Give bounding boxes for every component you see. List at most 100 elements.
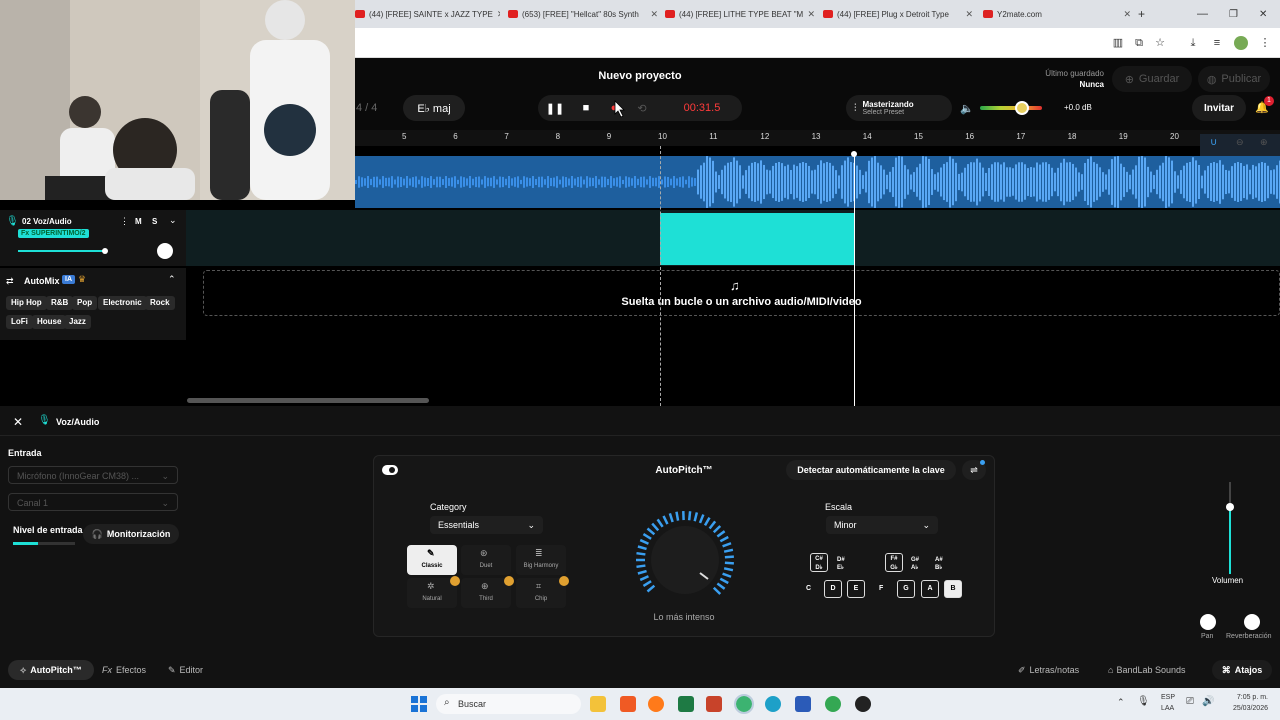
microphone-tray-icon[interactable]: 🎙 <box>1137 696 1150 707</box>
track-name[interactable]: 02 Voz/Audio <box>22 217 72 226</box>
firefox-icon[interactable] <box>648 696 664 712</box>
drop-zone[interactable] <box>203 270 1280 316</box>
publish-button[interactable]: ◍ Publicar <box>1198 66 1270 92</box>
key-d-sharp[interactable]: D# E♭ <box>837 556 845 572</box>
key-selector[interactable]: E♭ maj <box>403 95 465 121</box>
microphone-select[interactable]: Micrófono (InnoGear CM38) ... ⌄ <box>8 466 178 484</box>
tab-bandlab-sounds[interactable]: ⌂ BandLab Sounds <box>1108 665 1186 675</box>
minimize-icon[interactable]: — <box>1197 4 1208 24</box>
chevron-up-icon[interactable]: ⌃ <box>168 274 176 285</box>
close-icon[interactable]: ✕ <box>13 415 23 429</box>
file-explorer-icon[interactable] <box>590 696 606 712</box>
key-d[interactable]: D <box>824 580 842 598</box>
channel-select[interactable]: Canal 1 ⌄ <box>8 493 178 511</box>
speaker-icon[interactable]: 🔈 <box>960 102 974 115</box>
detect-key-button[interactable]: Detectar automáticamente la clave <box>786 460 956 480</box>
window-close-icon[interactable]: ✕ <box>1259 4 1267 24</box>
save-button[interactable]: ⊕ Guardar <box>1112 66 1192 92</box>
chevron-up-icon[interactable]: ⌃ <box>1117 697 1125 708</box>
category-select[interactable]: Essentials ⌄ <box>430 516 543 534</box>
volume-fader-handle[interactable] <box>1226 503 1234 511</box>
track-volume-handle[interactable] <box>102 248 108 254</box>
invite-button[interactable]: Invitar <box>1192 95 1246 121</box>
key-b[interactable]: B <box>944 580 962 598</box>
tab-effects[interactable]: Fx Efectos <box>102 665 146 675</box>
mode-big-harmony[interactable]: ≣ Big Harmony <box>516 545 566 575</box>
mode-duet[interactable]: ⊛ Duet <box>461 545 511 575</box>
powerpoint-icon[interactable] <box>706 696 722 712</box>
browser-tab[interactable]: Y2mate.com ✕ <box>983 4 1131 24</box>
zoom-out-icon[interactable]: ⊖ <box>1236 137 1244 148</box>
audio-clip-beat[interactable] <box>355 156 1280 208</box>
windows-start-icon[interactable] <box>411 696 427 712</box>
genre-hiphop[interactable]: Hip Hop <box>6 296 47 310</box>
browser-tab[interactable]: (653) [FREE] "Hellcat" 80s Synth ✕ <box>508 4 658 24</box>
download-icon[interactable]: ⤓ <box>1186 36 1200 50</box>
brave-icon[interactable] <box>620 696 636 712</box>
intensity-knob[interactable] <box>630 505 746 595</box>
key-g[interactable]: G <box>897 580 915 598</box>
mastering-button[interactable]: ⫶ Masterizando Select Preset <box>846 95 952 121</box>
key-c[interactable]: C <box>806 585 811 592</box>
close-icon[interactable]: ✕ <box>965 9 973 20</box>
genre-electronic[interactable]: Electronic <box>98 296 147 310</box>
key-a[interactable]: A <box>921 580 939 598</box>
excel-icon[interactable] <box>678 696 694 712</box>
zoom-in-icon[interactable]: ⊕ <box>1260 137 1268 148</box>
genre-lofi[interactable]: LoFi <box>6 315 33 329</box>
key-a-sharp[interactable]: A# B♭ <box>935 556 943 572</box>
bookmark-star-icon[interactable]: ☆ <box>1153 36 1167 50</box>
horizontal-scrollbar[interactable] <box>187 398 429 403</box>
tab-editor[interactable]: ✎ Editor <box>168 665 203 676</box>
chevron-down-icon[interactable]: ⌄ <box>169 215 177 226</box>
close-icon[interactable]: ✕ <box>807 9 815 20</box>
reading-mode-icon[interactable]: ▥ <box>1111 36 1125 50</box>
language-top[interactable]: ESP <box>1161 694 1175 701</box>
clock-time[interactable]: 7:05 p. m. <box>1218 694 1268 701</box>
key-f-sharp[interactable]: F# G♭ <box>885 553 903 572</box>
monitoring-button[interactable]: 🎧 Monitorización <box>83 524 179 544</box>
volume-tray-icon[interactable]: 🔊 <box>1202 696 1214 707</box>
loop-icon[interactable]: ⟲ <box>628 102 656 115</box>
network-icon[interactable]: ⎚ <box>1186 696 1194 707</box>
pause-icon[interactable]: ❚❚ <box>538 102 572 115</box>
track-header[interactable]: 🎙 02 Voz/Audio ⋮ M S ⌄ Fx SUPERINTIMO/2 <box>0 210 186 266</box>
genre-rock[interactable]: Rock <box>145 296 175 310</box>
menu-list-icon[interactable]: ≡ <box>1210 36 1224 50</box>
edge-icon[interactable] <box>765 696 781 712</box>
taskbar-search[interactable]: ⌕ Buscar <box>436 694 581 714</box>
pan-knob[interactable] <box>1200 614 1216 630</box>
genre-jazz[interactable]: Jazz <box>64 315 91 329</box>
genre-rnb[interactable]: R&B <box>46 296 74 310</box>
track-menu-icon[interactable]: ⋮ <box>120 216 129 227</box>
track-volume-slider[interactable] <box>18 250 104 252</box>
close-icon[interactable]: ✕ <box>650 9 658 20</box>
genre-pop[interactable]: Pop <box>72 296 98 310</box>
chrome-icon[interactable] <box>734 694 754 714</box>
master-volume-slider[interactable] <box>980 106 1042 110</box>
recording-region[interactable] <box>660 213 854 265</box>
obs-icon[interactable] <box>855 696 871 712</box>
timeline-ruler[interactable]: 5 6 7 8 9 10 11 12 13 14 15 16 17 18 19 20 <box>355 130 1280 146</box>
word-icon[interactable] <box>795 696 811 712</box>
shortcuts-button[interactable]: ⌘ Atajos <box>1212 660 1272 680</box>
key-c-sharp[interactable]: C# D♭ <box>810 553 828 572</box>
magnet-icon[interactable]: ∪ <box>1210 137 1217 148</box>
clock-date[interactable]: 25/03/2026 <box>1218 705 1268 712</box>
loop-start-marker[interactable] <box>660 146 661 406</box>
key-f[interactable]: F <box>879 585 883 592</box>
browser-tab[interactable]: (44) [FREE] LITHE TYPE BEAT "M ✕ <box>665 4 815 24</box>
scale-select[interactable]: Minor ⌄ <box>826 516 938 534</box>
chrome-profile-icon[interactable] <box>825 696 841 712</box>
tab-lyrics[interactable]: ✐ Letras/notas <box>1018 665 1079 676</box>
solo-button[interactable]: S <box>152 217 157 226</box>
genre-house[interactable]: House <box>32 315 67 329</box>
key-g-sharp[interactable]: G# A♭ <box>911 556 919 572</box>
track-pan-knob[interactable] <box>157 243 173 259</box>
time-signature[interactable]: 4 / 4 <box>356 102 377 114</box>
mode-classic[interactable]: ✎ Classic <box>407 545 457 575</box>
more-menu-icon[interactable]: ⋮ <box>1258 36 1272 50</box>
reverb-knob[interactable] <box>1244 614 1260 630</box>
new-tab-button[interactable]: + <box>1138 4 1145 24</box>
tab-autopitch[interactable]: ⟡ AutoPitch™ <box>8 660 94 680</box>
